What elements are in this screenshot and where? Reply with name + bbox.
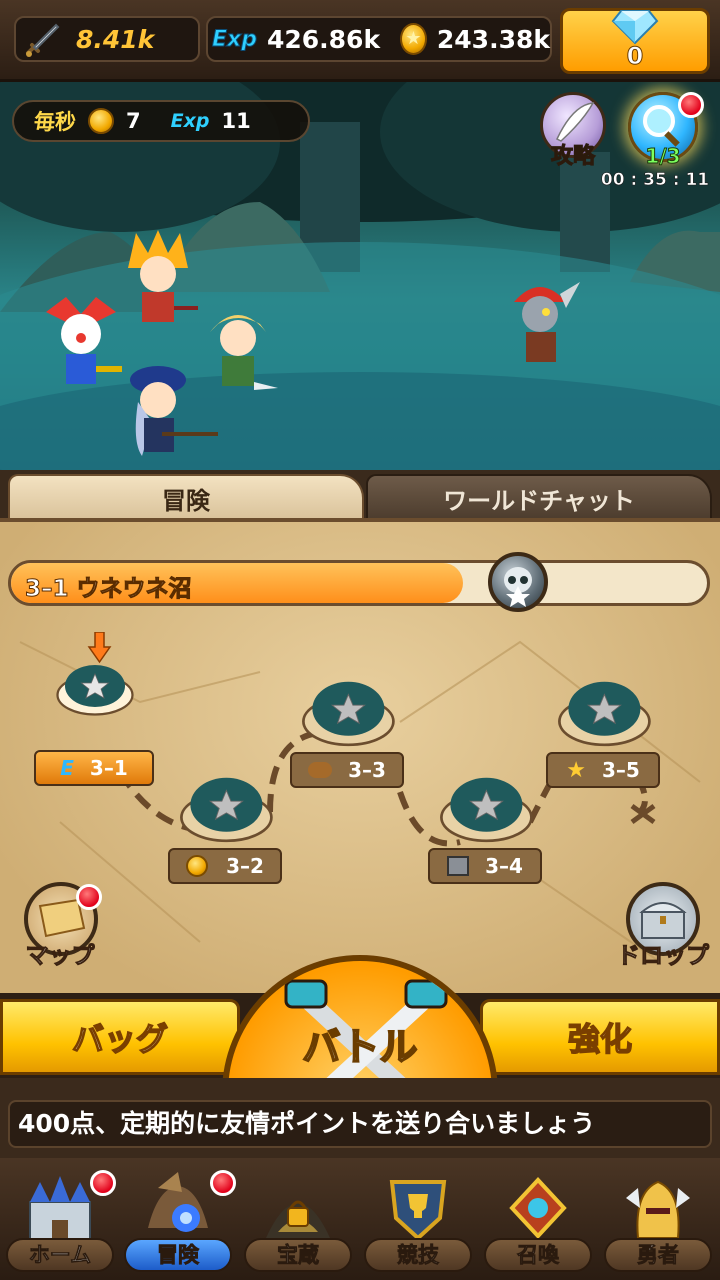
nav-home[interactable]: ホーム (2, 1164, 118, 1276)
stage-label-text: 3–5 (601, 758, 640, 782)
gold-per-second: 7 (126, 109, 141, 133)
stage-label-text: 3–4 (485, 854, 523, 878)
bag-button[interactable]: バッグ (0, 999, 240, 1075)
adventure-alert-badge (210, 1170, 236, 1196)
node-badge-e: E (60, 756, 74, 780)
sword-icon (26, 23, 60, 57)
nav-summon[interactable]: 召喚 (480, 1164, 596, 1276)
dragon-icon (148, 1172, 208, 1232)
stage-map: 3–1 ウネウネ沼 E 3–1 3–2 3–3 3–4 ★ 3–5 マップ ドロ… (0, 518, 720, 993)
bread-badge-icon (308, 762, 333, 778)
gold-coin-icon: ★ (400, 23, 427, 55)
stage-label-text: 3–1 (89, 756, 128, 780)
treasure-lock-icon (266, 1200, 330, 1238)
exp-per-second: 11 (221, 109, 251, 133)
nav-label: 召喚 (484, 1238, 592, 1272)
nav-adventure[interactable]: 冒険 (120, 1164, 236, 1276)
stage-label[interactable]: E 3–1 (34, 750, 154, 786)
upgrade-button[interactable]: 強化 (480, 999, 720, 1075)
knight-helmet-icon (626, 1180, 690, 1239)
tab-adventure[interactable]: 冒険 (8, 474, 364, 520)
gold-value: 243.38k (436, 24, 550, 54)
home-alert-badge (90, 1170, 116, 1196)
nav-label: 勇者 (604, 1238, 712, 1272)
spiky-hair-hero[interactable] (118, 228, 198, 338)
stage-progress-bar: 3–1 ウネウネ沼 (8, 560, 710, 606)
resource-bar: 8.41k Exp 426.86k ★ 243.38k 0 (0, 0, 720, 82)
stage-label[interactable]: 3–3 (290, 752, 404, 788)
income-rate-display: 毎秒 7 Exp 11 (12, 100, 310, 142)
nav-arena[interactable]: 競技 (360, 1164, 476, 1276)
gem-shop-button[interactable]: 0 (560, 8, 710, 74)
officer-hero[interactable] (122, 362, 222, 462)
nav-heroes[interactable]: 勇者 (600, 1164, 716, 1276)
ticker-text: 400点、定期的に友情ポイントを送り合いましょう (8, 1100, 712, 1148)
stage-node[interactable] (292, 662, 412, 752)
power-value: 8.41k (76, 24, 155, 54)
map-label: マップ (25, 943, 95, 970)
gem-value: 0 (626, 42, 644, 70)
stage-label[interactable]: ★ 3–5 (546, 752, 660, 788)
tab-world-chat[interactable]: ワールドチャット (366, 474, 712, 520)
stage-label[interactable]: 3–4 (428, 848, 542, 884)
guide-label: 攻略 (550, 144, 595, 170)
exp-gold-display: Exp 426.86k ★ 243.38k (206, 16, 552, 62)
quest-alert-badge (678, 92, 704, 118)
nav-treasure[interactable]: 宝蔵 (240, 1164, 356, 1276)
tab-bar: 冒険 ワールドチャット (0, 470, 720, 520)
stage-label[interactable]: 3–2 (168, 848, 282, 884)
announcement-ticker: 400点、定期的に友情ポイントを送り合いましょう (0, 1078, 720, 1158)
goblin-knight-enemy[interactable] (500, 272, 590, 382)
gold-coin-icon (88, 108, 114, 134)
stage-label-text: 3–2 (226, 854, 264, 878)
exp-value: 426.86k (266, 24, 381, 54)
battle-label: バトル (301, 1024, 418, 1070)
quest-count: 1/3 (645, 144, 681, 169)
coin-badge-icon (186, 855, 209, 877)
stage-title: 3–1 ウネウネ沼 (25, 576, 193, 603)
quest-timer: 00 : 35 : 11 (600, 170, 710, 191)
exp-tag: Exp (170, 110, 210, 132)
drop-label: ドロップ (617, 943, 710, 970)
exp-tag: Exp (212, 26, 258, 52)
per-second-label: 毎秒 (34, 110, 76, 134)
diamond-icon (611, 10, 659, 45)
nav-label: ホーム (6, 1238, 114, 1272)
bottom-nav: ホーム 冒険 宝蔵 競技 召喚 勇者 (0, 1158, 720, 1280)
battle-scene: 毎秒 7 Exp 11 攻略 1/3 00 : 35 : 11 (0, 82, 720, 477)
stage-node[interactable] (170, 758, 290, 848)
map-alert-badge (76, 884, 102, 910)
nav-label: 宝蔵 (244, 1238, 352, 1272)
boss-skull-icon[interactable] (488, 552, 548, 612)
power-display: 8.41k (14, 16, 200, 62)
castle-icon (29, 1176, 91, 1243)
summon-tome-icon (509, 1177, 567, 1239)
nav-label: 冒険 (124, 1238, 232, 1272)
stage-label-text: 3–3 (348, 758, 386, 782)
stage-node[interactable] (548, 662, 668, 752)
trophy-shield-icon (389, 1180, 447, 1241)
star-badge-icon: ★ (566, 757, 586, 783)
stage-node[interactable] (38, 632, 158, 722)
stage-node[interactable] (430, 758, 550, 848)
jester-hero[interactable] (36, 292, 126, 402)
nav-label: 競技 (364, 1238, 472, 1272)
box-badge-icon (447, 856, 470, 876)
